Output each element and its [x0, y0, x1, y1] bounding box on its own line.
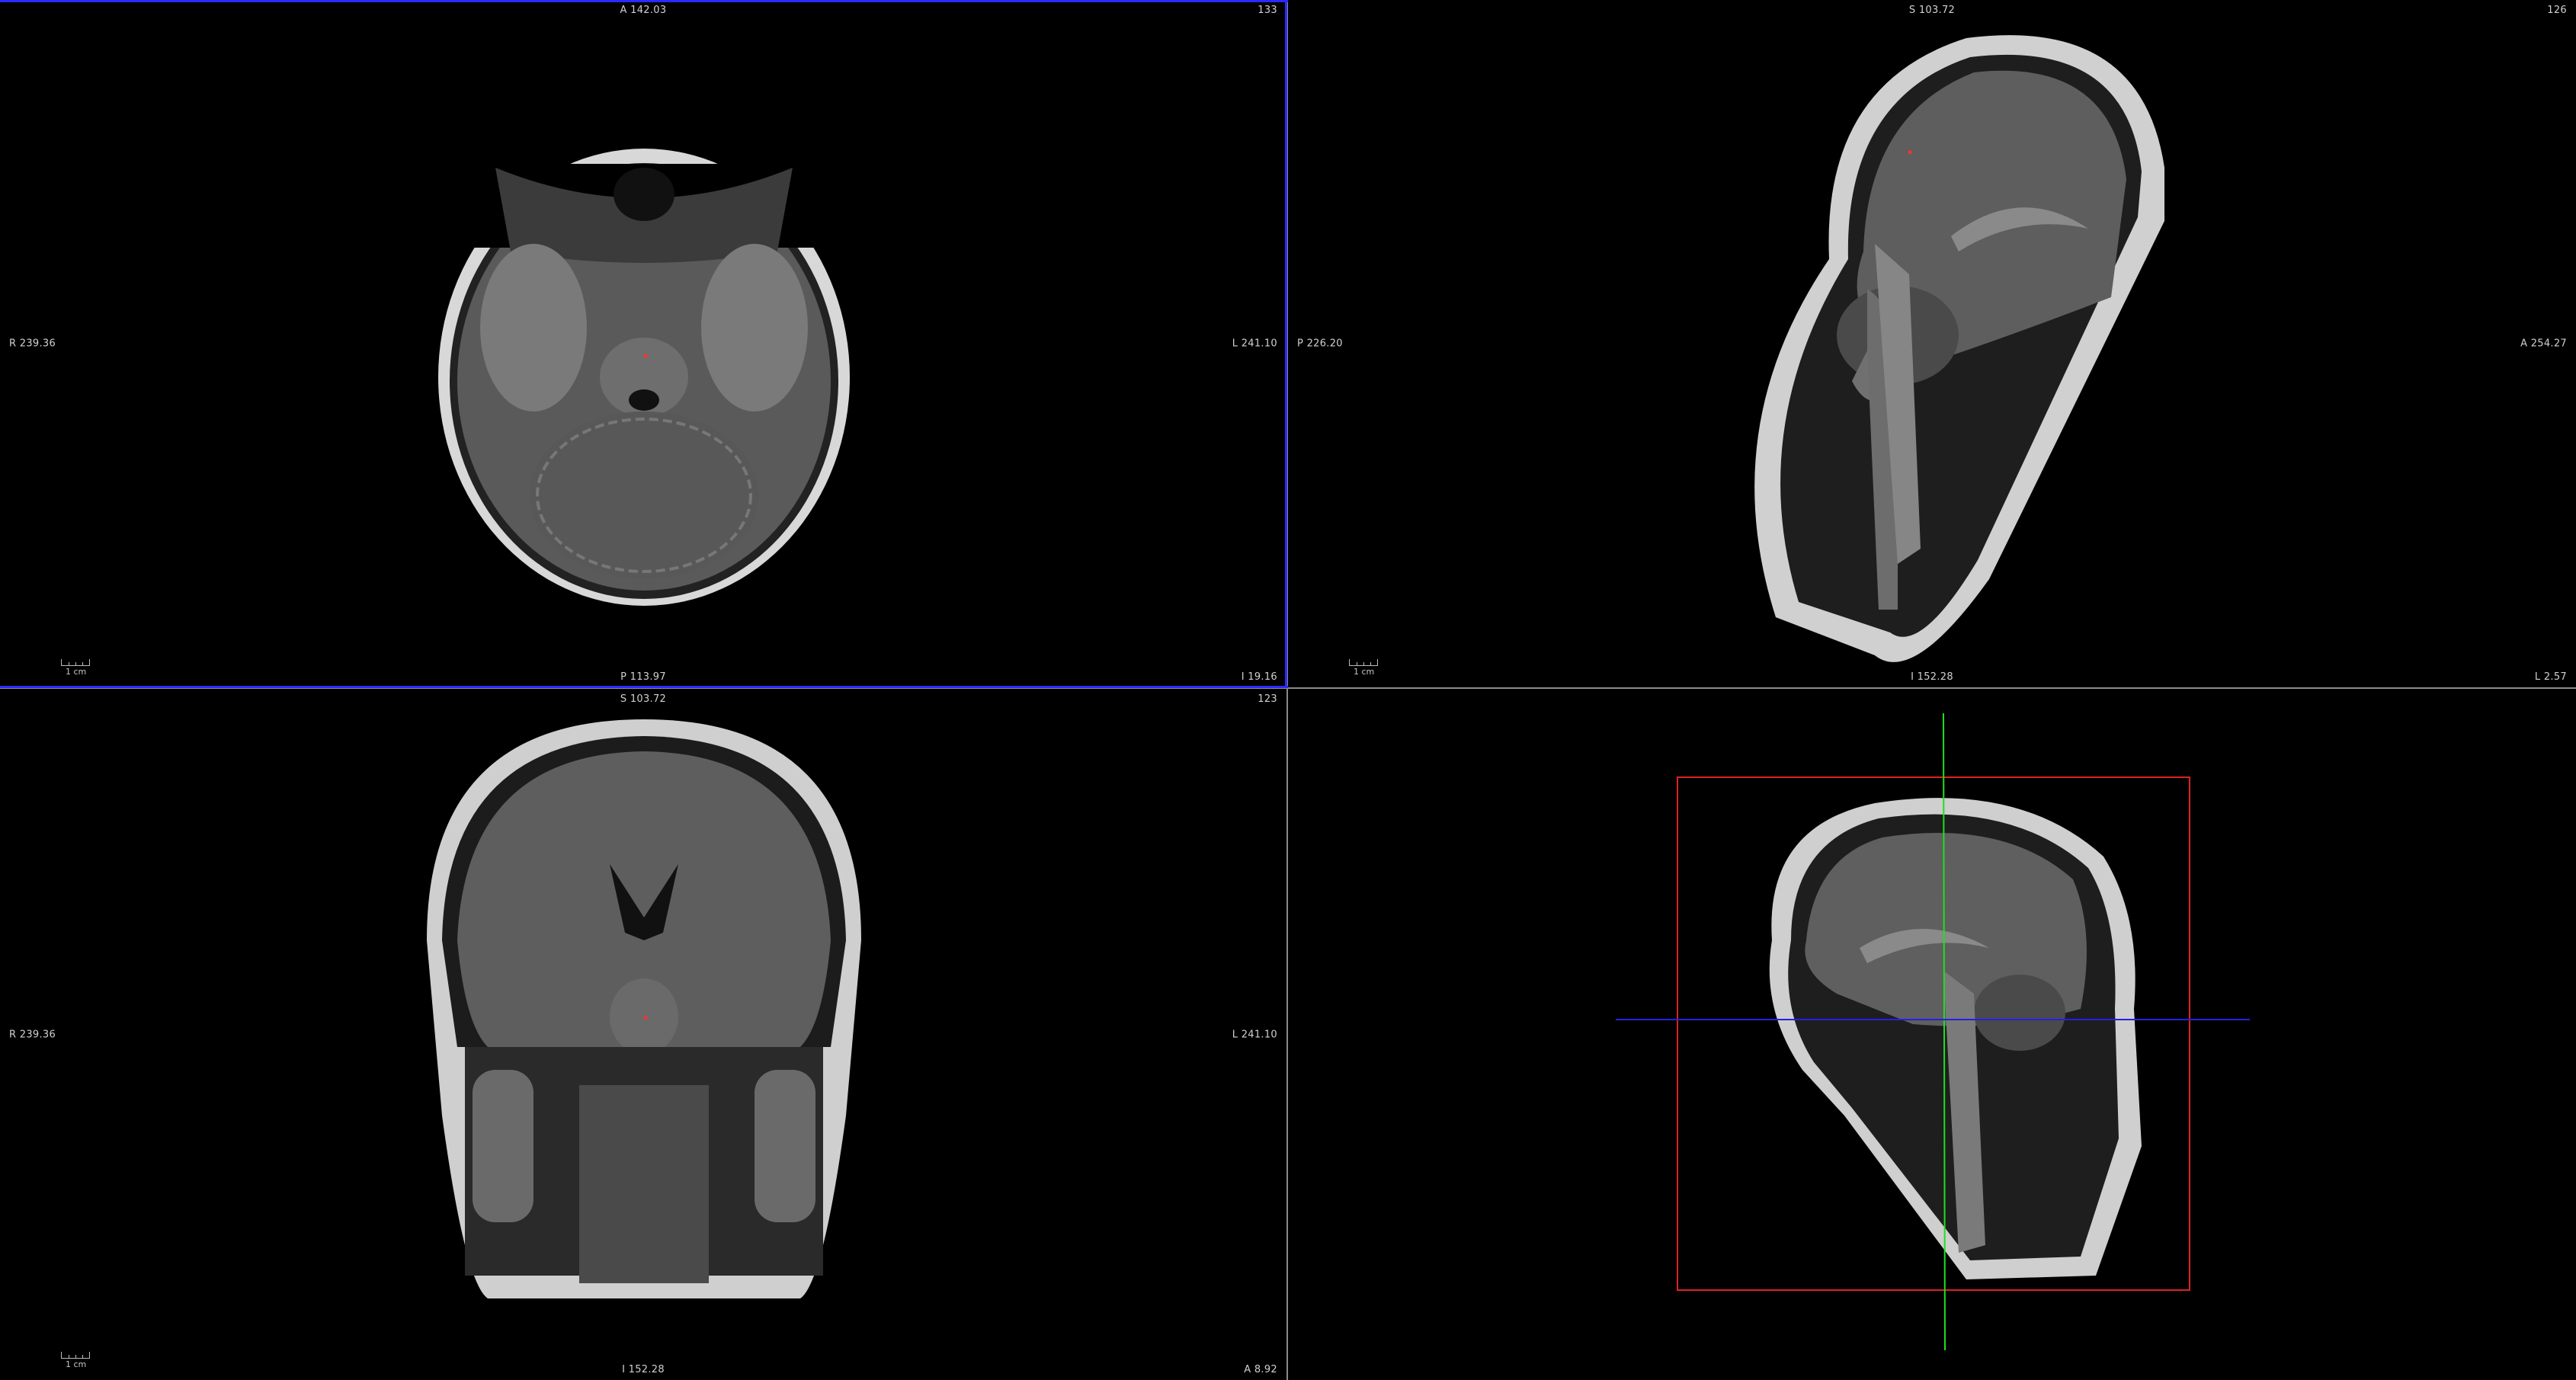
orientation-label-top: S 103.72: [620, 693, 667, 705]
coronal-slice-image[interactable]: [0, 689, 1286, 1380]
scale-bar-label: 1 cm: [66, 1359, 87, 1369]
position-readout: A 8.92: [1244, 1364, 1277, 1375]
scale-bar-icon: [61, 1352, 90, 1359]
scale-bar-label: 1 cm: [1354, 667, 1375, 677]
active-viewport-border-top: [0, 0, 1288, 2]
slice-index: 123: [1258, 693, 1277, 705]
active-viewport-border-bottom: [0, 686, 1288, 688]
orientation-label-bottom: I 152.28: [1911, 671, 1953, 683]
slice-index: 126: [2547, 5, 2567, 16]
slice-index: 133: [1258, 5, 1277, 16]
orientation-label-right: A 254.27: [2520, 338, 2567, 350]
orientation-label-left: R 239.36: [9, 338, 56, 350]
orientation-label-top: S 103.72: [1908, 5, 1956, 16]
3d-volume-viewport[interactable]: [1288, 689, 2576, 1380]
position-readout: L 2.57: [2534, 671, 2567, 683]
active-viewport-border-right: [1285, 0, 1287, 687]
crosshair-marker: [643, 354, 648, 358]
orientation-label-left: P 226.20: [1297, 338, 1343, 350]
orientation-label-top: A 142.03: [620, 5, 667, 16]
orientation-label-right: L 241.10: [1232, 1029, 1277, 1040]
position-readout: I 19.16: [1241, 671, 1277, 683]
scale-bar-icon: [1349, 659, 1378, 666]
axial-slice-image[interactable]: [0, 0, 1286, 687]
scale-bar-label: 1 cm: [66, 667, 87, 677]
orientation-label-right: L 241.10: [1232, 338, 1277, 350]
crosshair-marker: [1908, 150, 1912, 155]
orientation-label-bottom: I 152.28: [622, 1364, 665, 1375]
3d-render-scene[interactable]: [1288, 689, 2576, 1380]
sagittal-viewport[interactable]: S 103.72 I 152.28 P 226.20 A 254.27 126 …: [1288, 0, 2576, 687]
coronal-viewport[interactable]: S 103.72 I 152.28 R 239.36 L 241.10 123 …: [0, 689, 1286, 1380]
sagittal-slice-image[interactable]: [1288, 0, 2576, 687]
scale-bar-icon: [61, 659, 90, 666]
orientation-label-bottom: P 113.97: [620, 671, 666, 683]
crosshair-marker: [643, 1015, 648, 1020]
axial-viewport[interactable]: A 142.03 P 113.97 R 239.36 L 241.10 133 …: [0, 0, 1286, 687]
orientation-label-left: R 239.36: [9, 1029, 56, 1040]
